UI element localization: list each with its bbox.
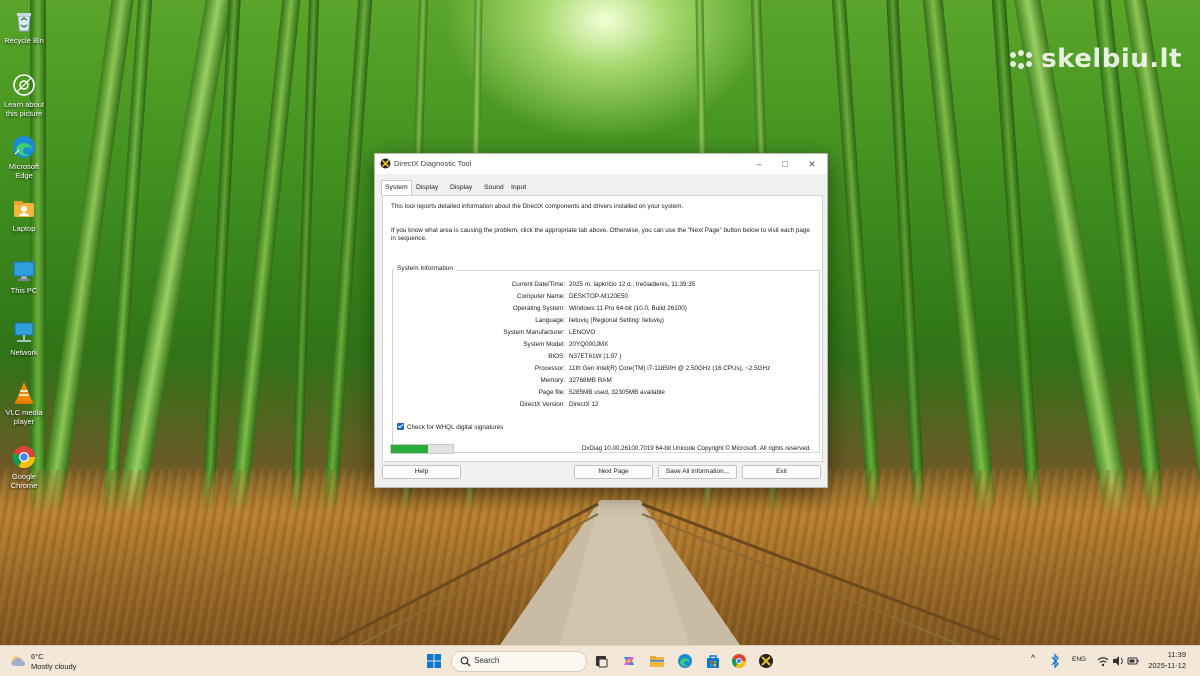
windows-start-icon[interactable] [426,653,442,669]
info-row: Language: lietuvių (Regional Setting: lie… [535,317,664,324]
edge-taskbar-icon[interactable] [677,653,693,669]
progress-bar [390,444,454,454]
info-row: DirectX Version: DirectX 12 [519,401,599,408]
chrome-taskbar-icon[interactable] [731,653,747,669]
desktop-icon-label: Network [10,348,38,357]
dxdiag-taskbar-icon[interactable] [758,653,774,669]
desktop-icon-network[interactable]: Network [2,320,46,357]
recycle-bin-icon [17,13,31,32]
maximize-icon[interactable]: □ [778,157,792,171]
minimize-icon[interactable]: – [752,157,766,171]
tab-display-2[interactable]: Display 2 [447,181,475,204]
whql-checkbox[interactable]: Check for WHQL digital signatures [397,423,503,431]
search-placeholder: Search [474,656,500,665]
copilot-icon[interactable] [621,653,637,669]
watermark: skelbiu.lt [1007,44,1182,74]
save-all-information-button[interactable]: Save All Information... [658,465,737,479]
desktop-icon-vlc[interactable]: VLC media player [2,380,46,426]
info-row: Page file: 5285MB used, 32305MB available [538,389,665,396]
system-tab-panel: This tool reports detailed information a… [382,195,823,462]
info-row: Memory: 32768MB RAM [540,377,612,384]
network-icon [14,322,34,342]
desktop-icon-label: Laptop [12,224,36,233]
tab-display-1[interactable]: Display 1 [413,181,441,204]
language-indicator[interactable]: ENG [1072,656,1086,663]
chrome-icon [12,446,35,468]
progress-fill [391,445,429,453]
tab-sound[interactable]: Sound [481,181,507,194]
taskbar-search[interactable]: Search [451,651,587,672]
desktop-icon-edge[interactable]: Microsoft Edge [2,134,46,180]
whql-label: Check for WHQL digital signatures [407,424,504,431]
file-explorer-icon[interactable] [649,653,665,669]
desktop-icon-laptop[interactable]: Laptop [2,196,46,233]
help-button[interactable]: Help [382,465,461,479]
clock-date[interactable]: 2025-11-12 [1148,661,1186,670]
info-row: System Manufacturer: LENOVO [503,329,596,336]
tab-system[interactable]: System [381,180,412,195]
taskbar: 6°C Mostly cloudy Search ^ ENG 11:39 202… [0,645,1200,676]
desktop-icon-this-pc[interactable]: This PC [2,258,46,295]
wifi-icon[interactable] [1097,653,1109,669]
desktop-icon-label: Google Chrome [10,472,38,490]
intro-text: This tool reports detailed information a… [391,203,684,210]
forest-path [329,500,1001,645]
exit-button[interactable]: Exit [742,465,821,479]
directx-diagnostic-window: DirectX Diagnostic Tool – □ ✕ System Dis… [374,153,828,488]
weather-temperature: 6°C [31,652,44,661]
instructions-text: If you know what area is causing the pro… [391,227,810,242]
volume-icon[interactable] [1112,653,1124,669]
folder-icon [14,201,34,217]
tab-input[interactable]: Input [508,181,529,194]
window-title: DirectX Diagnostic Tool [394,159,472,168]
skelbiu-logo-icon [1010,49,1033,69]
clock-time[interactable]: 11:39 [1168,650,1186,659]
desktop-icon-label: This PC [10,286,38,295]
info-row: Current Date/Time: 2025 m. lapkričio 12 d… [511,281,696,288]
desktop-icon-label: Microsoft Edge [8,162,40,180]
battery-icon[interactable] [1127,653,1139,669]
info-row: Operating System: Windows 11 Pro 64-bit (… [512,305,687,312]
watermark-text: skelbiu.lt [1041,44,1182,74]
search-icon [460,656,471,667]
desktop-icon-label: Learn about this picture [3,100,45,118]
microsoft-store-icon[interactable] [705,653,721,669]
copyright-text: DxDiag 10.00.26100.7019 64-bit Unicode C… [581,445,811,452]
info-row: BIOS: N37ET61W (1.97 ) [548,353,622,360]
info-row: System Model: 20YQ000JMX [523,341,609,348]
section-title: System Information [394,265,456,272]
vlc-icon [15,382,33,404]
desktop-icon-chrome[interactable]: Google Chrome [2,444,46,490]
close-icon[interactable]: ✕ [805,157,819,171]
camera-icon [13,74,35,96]
info-row: Processor: 11th Gen Intel(R) Core(TM) i7-… [534,365,771,372]
monitor-icon [13,261,35,281]
task-view-icon[interactable] [593,653,609,669]
edge-icon [13,136,35,158]
desktop-icon-label: VLC media player [5,408,43,426]
title-bar[interactable]: DirectX Diagnostic Tool – □ ✕ [375,154,827,174]
info-row: Computer Name: DESKTOP-M120E50 [517,293,629,300]
desktop-icon-learn-picture[interactable]: Learn about this picture [2,72,46,118]
cloud-icon [11,656,25,666]
checkbox-checked-icon[interactable] [397,423,404,430]
desktop-icon-label: Recycle Bin [4,36,44,45]
next-page-button[interactable]: Next Page [574,465,653,479]
weather-condition: Mostly cloudy [31,662,77,671]
desktop-icon-recycle-bin[interactable]: Recycle Bin [2,8,46,45]
dxdiag-app-icon [380,158,391,169]
chevron-up-icon[interactable]: ^ [1031,653,1035,663]
bluetooth-icon[interactable] [1049,653,1061,669]
